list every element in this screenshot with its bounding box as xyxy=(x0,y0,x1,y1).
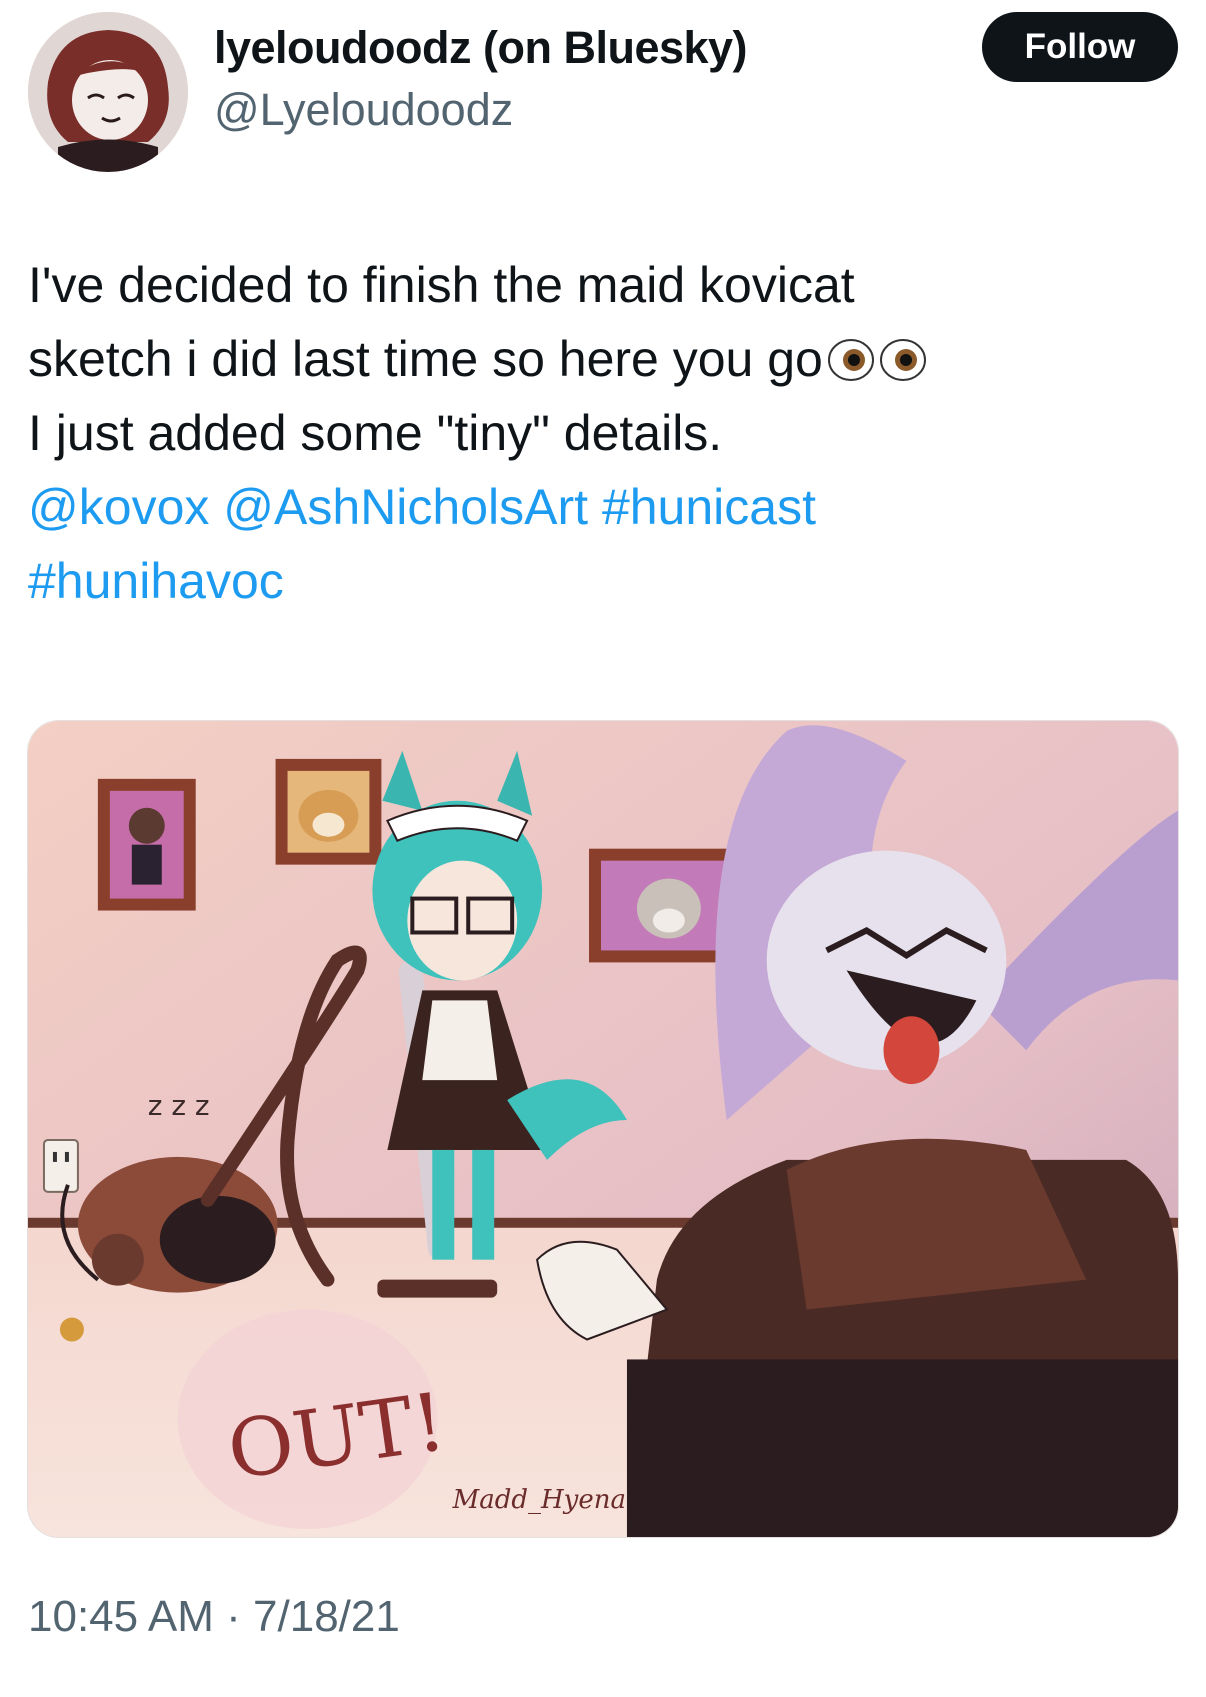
mention-ashnicholsart[interactable]: @AshNicholsArt xyxy=(223,479,588,535)
tweet-line-1: I've decided to finish the maid kovicat xyxy=(28,257,855,313)
picture-frame-2 xyxy=(275,758,382,865)
artist-signature: Madd_Hyena xyxy=(452,1485,626,1515)
tweet-line-5: #hunihavoc xyxy=(28,544,1158,618)
tweet-line-2-text: sketch i did last time so here you go xyxy=(28,331,823,387)
wall-outlet xyxy=(42,1138,79,1193)
mention-kovox[interactable]: @kovox xyxy=(28,479,209,535)
hashtag-hunihavoc[interactable]: #hunihavoc xyxy=(28,553,284,609)
tweet-image[interactable]: OUT! z z z Madd_Hyena xyxy=(27,720,1179,1538)
display-name[interactable]: lyeloudoodz (on Bluesky) xyxy=(214,22,748,74)
tweet-line-4: @kovox @AshNicholsArt #hunicast xyxy=(28,470,1158,544)
eyes-icon xyxy=(827,336,875,384)
tweet-line-3: I just added some "tiny" details. xyxy=(28,405,723,461)
eyes-icon xyxy=(879,336,927,384)
avatar-icon xyxy=(28,12,188,172)
author-block: lyeloudoodz (on Bluesky) @Lyeloudoodz xyxy=(214,22,748,138)
tweet-timestamp: 10:45 AM · 7/18/21 xyxy=(28,1592,400,1642)
snore-text: z z z xyxy=(148,1089,210,1122)
illustration: OUT! z z z xyxy=(28,721,1178,1537)
author-handle[interactable]: @Lyeloudoodz xyxy=(214,82,747,138)
picture-frame-1 xyxy=(97,778,196,911)
tweet-time[interactable]: 10:45 AM xyxy=(28,1592,214,1641)
hashtag-hunicast[interactable]: #hunicast xyxy=(602,479,816,535)
follow-button[interactable]: Follow xyxy=(982,12,1178,82)
tweet-header: lyeloudoodz (on Bluesky) @Lyeloudoodz Fo… xyxy=(28,12,1178,172)
tweet-date[interactable]: 7/18/21 xyxy=(253,1592,400,1641)
tweet-line-2: sketch i did last time so here you go xyxy=(28,322,1158,396)
timestamp-separator: · xyxy=(226,1592,241,1641)
avatar[interactable] xyxy=(28,12,188,172)
tweet-text: I've decided to finish the maid kovicat … xyxy=(28,248,1158,618)
